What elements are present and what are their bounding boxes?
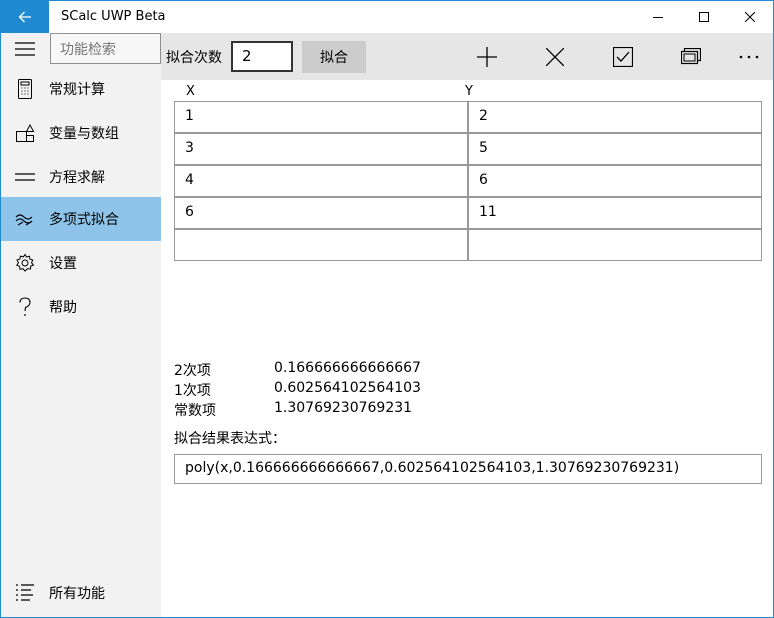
app-window: SCalc UWP Beta 常规计算 变量与数组	[0, 0, 774, 618]
table-cell-x[interactable]: 1	[174, 101, 468, 133]
nav-label: 设置	[49, 256, 77, 272]
delete-row-button[interactable]	[531, 41, 579, 73]
shapes-icon	[1, 111, 49, 155]
more-button[interactable]	[725, 41, 773, 73]
nav-label: 方程求解	[49, 170, 105, 186]
table-cell-x[interactable]	[174, 229, 468, 261]
result-value: 0.166666666666667	[274, 360, 421, 376]
close-icon	[546, 48, 564, 66]
table-cell-x[interactable]: 4	[174, 165, 468, 197]
result-value: 1.30769230769231	[274, 400, 413, 416]
table-cell-y[interactable]: 11	[468, 197, 762, 229]
menu-button[interactable]	[1, 33, 49, 65]
result-label: 常数项	[174, 403, 216, 419]
table-cell-y[interactable]: 5	[468, 133, 762, 165]
app-title: SCalc UWP Beta	[61, 9, 166, 24]
toolbar: 拟合次数 2 拟合	[161, 33, 773, 80]
nav-item-settings[interactable]: 设置	[1, 241, 161, 285]
maximize-icon	[699, 12, 709, 22]
nav-item-variables-arrays[interactable]: 变量与数组	[1, 111, 161, 155]
nav-item-general-calc[interactable]: 常规计算	[1, 67, 161, 111]
nav-label: 多项式拟合	[49, 212, 119, 228]
add-row-button[interactable]	[463, 41, 511, 73]
expression-output[interactable]: poly(x,0.166666666666667,0.6025641025641…	[174, 454, 762, 484]
equals-icon	[1, 155, 49, 199]
question-icon	[1, 285, 49, 329]
wave-icon	[1, 197, 49, 241]
degree-label: 拟合次数	[166, 50, 222, 66]
table-cell-x[interactable]: 6	[174, 197, 468, 229]
nav-item-equation-solve[interactable]: 方程求解	[1, 155, 161, 199]
nav-item-all-functions[interactable]: 所有功能	[1, 571, 161, 615]
result-label: 2次项	[174, 363, 211, 379]
title-bar: SCalc UWP Beta	[1, 1, 773, 33]
more-icon	[739, 55, 759, 59]
fit-button[interactable]: 拟合	[302, 41, 366, 73]
plus-icon	[477, 47, 497, 67]
minimize-icon	[653, 17, 663, 18]
close-icon	[745, 12, 755, 22]
degree-input[interactable]: 2	[231, 41, 293, 72]
expression-label: 拟合结果表达式：	[174, 431, 286, 447]
sidebar: 常规计算 变量与数组 方程求解 多项式拟合 设置	[1, 33, 161, 617]
nav-label: 变量与数组	[49, 126, 119, 142]
close-button[interactable]	[727, 1, 773, 33]
column-header-y: Y	[465, 84, 473, 99]
table-cell-y[interactable]	[468, 229, 762, 261]
calculator-icon	[1, 67, 49, 111]
copy-icon	[681, 48, 701, 65]
nav-item-polynomial-fit[interactable]: 多项式拟合	[1, 197, 161, 241]
check-button[interactable]	[599, 41, 647, 73]
list-icon	[1, 571, 49, 615]
table-cell-x[interactable]: 3	[174, 133, 468, 165]
nav-item-help[interactable]: 帮助	[1, 285, 161, 329]
minimize-button[interactable]	[635, 1, 681, 33]
gear-icon	[1, 241, 49, 285]
feature-search-input[interactable]	[50, 33, 161, 64]
table-cell-y[interactable]: 2	[468, 101, 762, 133]
checkbox-icon	[613, 47, 633, 67]
copy-button[interactable]	[667, 41, 715, 73]
column-header-x: X	[186, 84, 195, 99]
maximize-button[interactable]	[681, 1, 727, 33]
table-cell-y[interactable]: 6	[468, 165, 762, 197]
result-label: 1次项	[174, 383, 211, 399]
back-button[interactable]	[1, 1, 49, 33]
result-value: 0.602564102564103	[274, 380, 421, 396]
hamburger-icon	[15, 42, 35, 56]
nav-label: 帮助	[49, 300, 77, 316]
nav-label: 常规计算	[49, 82, 105, 98]
nav-label: 所有功能	[49, 586, 105, 602]
arrow-left-icon	[18, 11, 31, 23]
